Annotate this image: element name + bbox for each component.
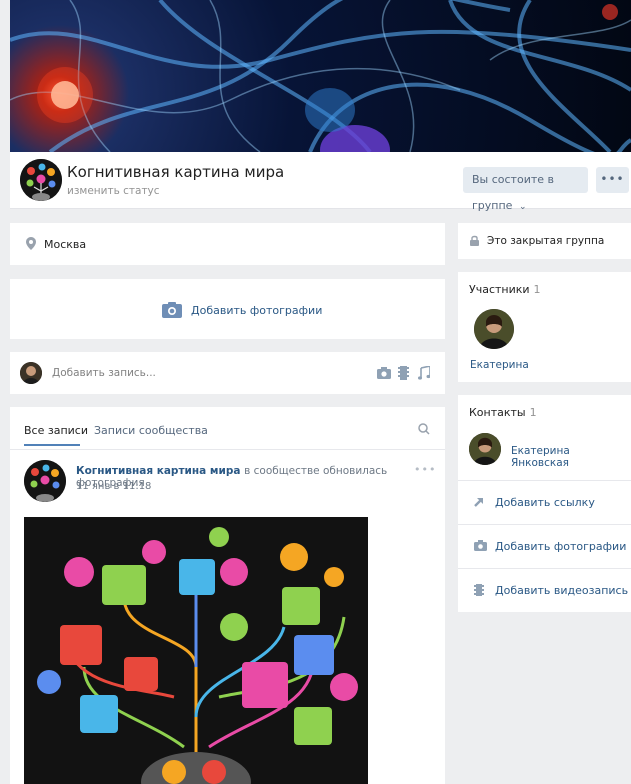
members-count: 1: [533, 283, 541, 296]
post-composer[interactable]: Добавить запись...: [10, 352, 445, 394]
group-header: Когнитивная картина мира изменить статус…: [10, 152, 631, 212]
membership-button[interactable]: Вы состоите в группе ⌄: [463, 167, 588, 212]
contact-avatar[interactable]: [469, 433, 501, 465]
group-title: Когнитивная картина мира: [67, 163, 285, 181]
member-name[interactable]: Екатерина: [470, 359, 529, 371]
info-card: Москва: [10, 223, 445, 265]
cover-image: [10, 0, 631, 152]
members-title[interactable]: Участники: [469, 283, 530, 296]
tab-community-posts[interactable]: Записи сообщества: [94, 424, 208, 437]
more-actions-button[interactable]: •••: [596, 167, 629, 193]
edit-status-link[interactable]: изменить статус: [67, 185, 160, 197]
group-avatar[interactable]: [20, 159, 62, 201]
location-text: Москва: [44, 238, 87, 251]
video-icon[interactable]: [398, 366, 409, 380]
camera-icon: [162, 302, 182, 318]
active-tab-indicator: [24, 444, 80, 446]
post-author-avatar[interactable]: [24, 460, 66, 502]
search-icon[interactable]: [418, 423, 430, 435]
add-video-button[interactable]: Добавить видеозапись: [495, 584, 628, 597]
video-icon: [474, 584, 484, 596]
lock-icon: [470, 235, 479, 246]
camera-icon: [474, 540, 487, 551]
link-arrow-icon: [474, 498, 483, 507]
members-card: Участники 1 Екатерина: [458, 272, 631, 382]
camera-icon[interactable]: [377, 367, 391, 379]
contacts-card: Контакты 1 Екатерина Янковская Добавить с…: [458, 395, 631, 612]
user-avatar: [20, 362, 42, 384]
post-author-link[interactable]: Когнитивная картина мира: [76, 465, 240, 477]
tabs-divider: [10, 449, 445, 450]
wall-post: Когнитивная картина мира в сообществе об…: [10, 457, 445, 784]
member-avatar[interactable]: [474, 309, 514, 349]
location-pin-icon: [26, 237, 36, 250]
closed-group-card: Это закрытая группа: [458, 223, 631, 259]
add-photos-label[interactable]: Добавить фотографии: [191, 304, 322, 317]
post-date[interactable]: 11 янв в 11:18: [76, 481, 151, 492]
add-photos-sidebar-button[interactable]: Добавить фотографии: [495, 540, 626, 553]
chevron-down-icon: ⌄: [518, 202, 527, 212]
closed-group-text: Это закрытая группа: [487, 235, 605, 247]
divider: [458, 480, 631, 481]
contact-name[interactable]: Екатерина Янковская: [511, 445, 631, 469]
membership-button-label: Вы состоите в группе: [472, 173, 554, 212]
music-icon[interactable]: [418, 366, 430, 380]
add-photos-card[interactable]: Добавить фотографии: [10, 279, 445, 339]
post-more-button[interactable]: •••: [414, 463, 436, 476]
divider: [458, 524, 631, 525]
wall-card: Все записи Записи сообщества Когнитивная…: [10, 407, 445, 784]
composer-input[interactable]: Добавить запись...: [52, 367, 156, 379]
members-heading[interactable]: Участники 1: [469, 283, 541, 296]
post-photo[interactable]: [24, 517, 368, 784]
contacts-title[interactable]: Контакты: [469, 406, 526, 419]
contacts-heading[interactable]: Контакты 1: [469, 406, 537, 419]
divider: [458, 568, 631, 569]
add-link-button[interactable]: Добавить ссылку: [495, 496, 595, 509]
contacts-count: 1: [529, 406, 537, 419]
tab-all-posts[interactable]: Все записи: [24, 424, 88, 437]
